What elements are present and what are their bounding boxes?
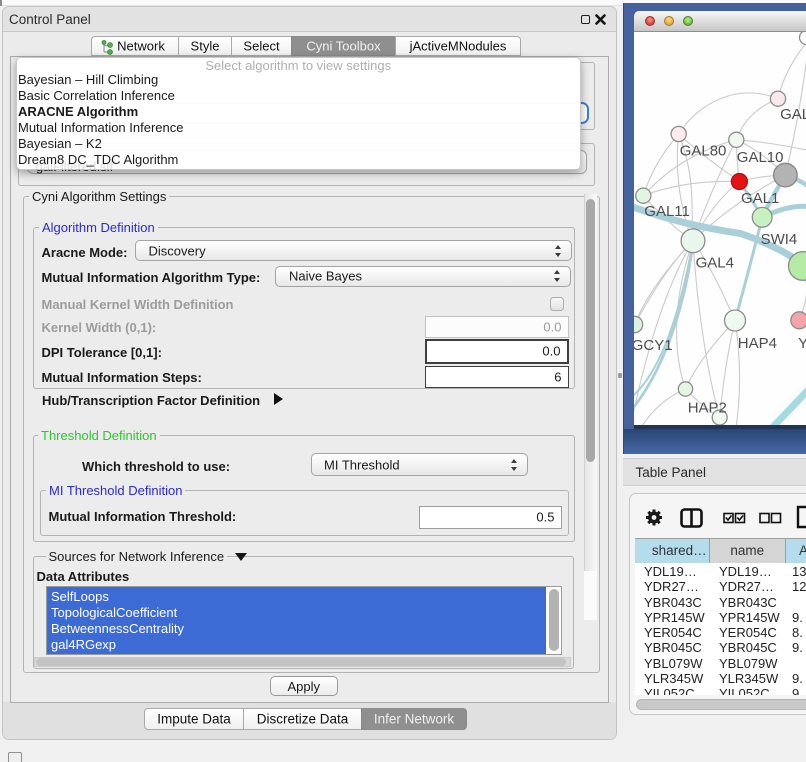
svg-text:GAL1: GAL1	[741, 190, 779, 207]
svg-text:SWI4: SWI4	[760, 231, 797, 248]
svg-text:GCY1: GCY1	[634, 337, 673, 354]
svg-text:GAL80: GAL80	[679, 142, 726, 159]
svg-text:GAL10: GAL10	[736, 149, 783, 166]
svg-text:Y: Y	[798, 335, 806, 352]
svg-text:HAP4: HAP4	[737, 335, 776, 352]
svg-text:GAL11: GAL11	[644, 203, 690, 220]
svg-text:GAL7: GAL7	[780, 106, 806, 123]
svg-text:HAP2: HAP2	[687, 399, 726, 416]
svg-text:GAL4: GAL4	[695, 254, 733, 271]
